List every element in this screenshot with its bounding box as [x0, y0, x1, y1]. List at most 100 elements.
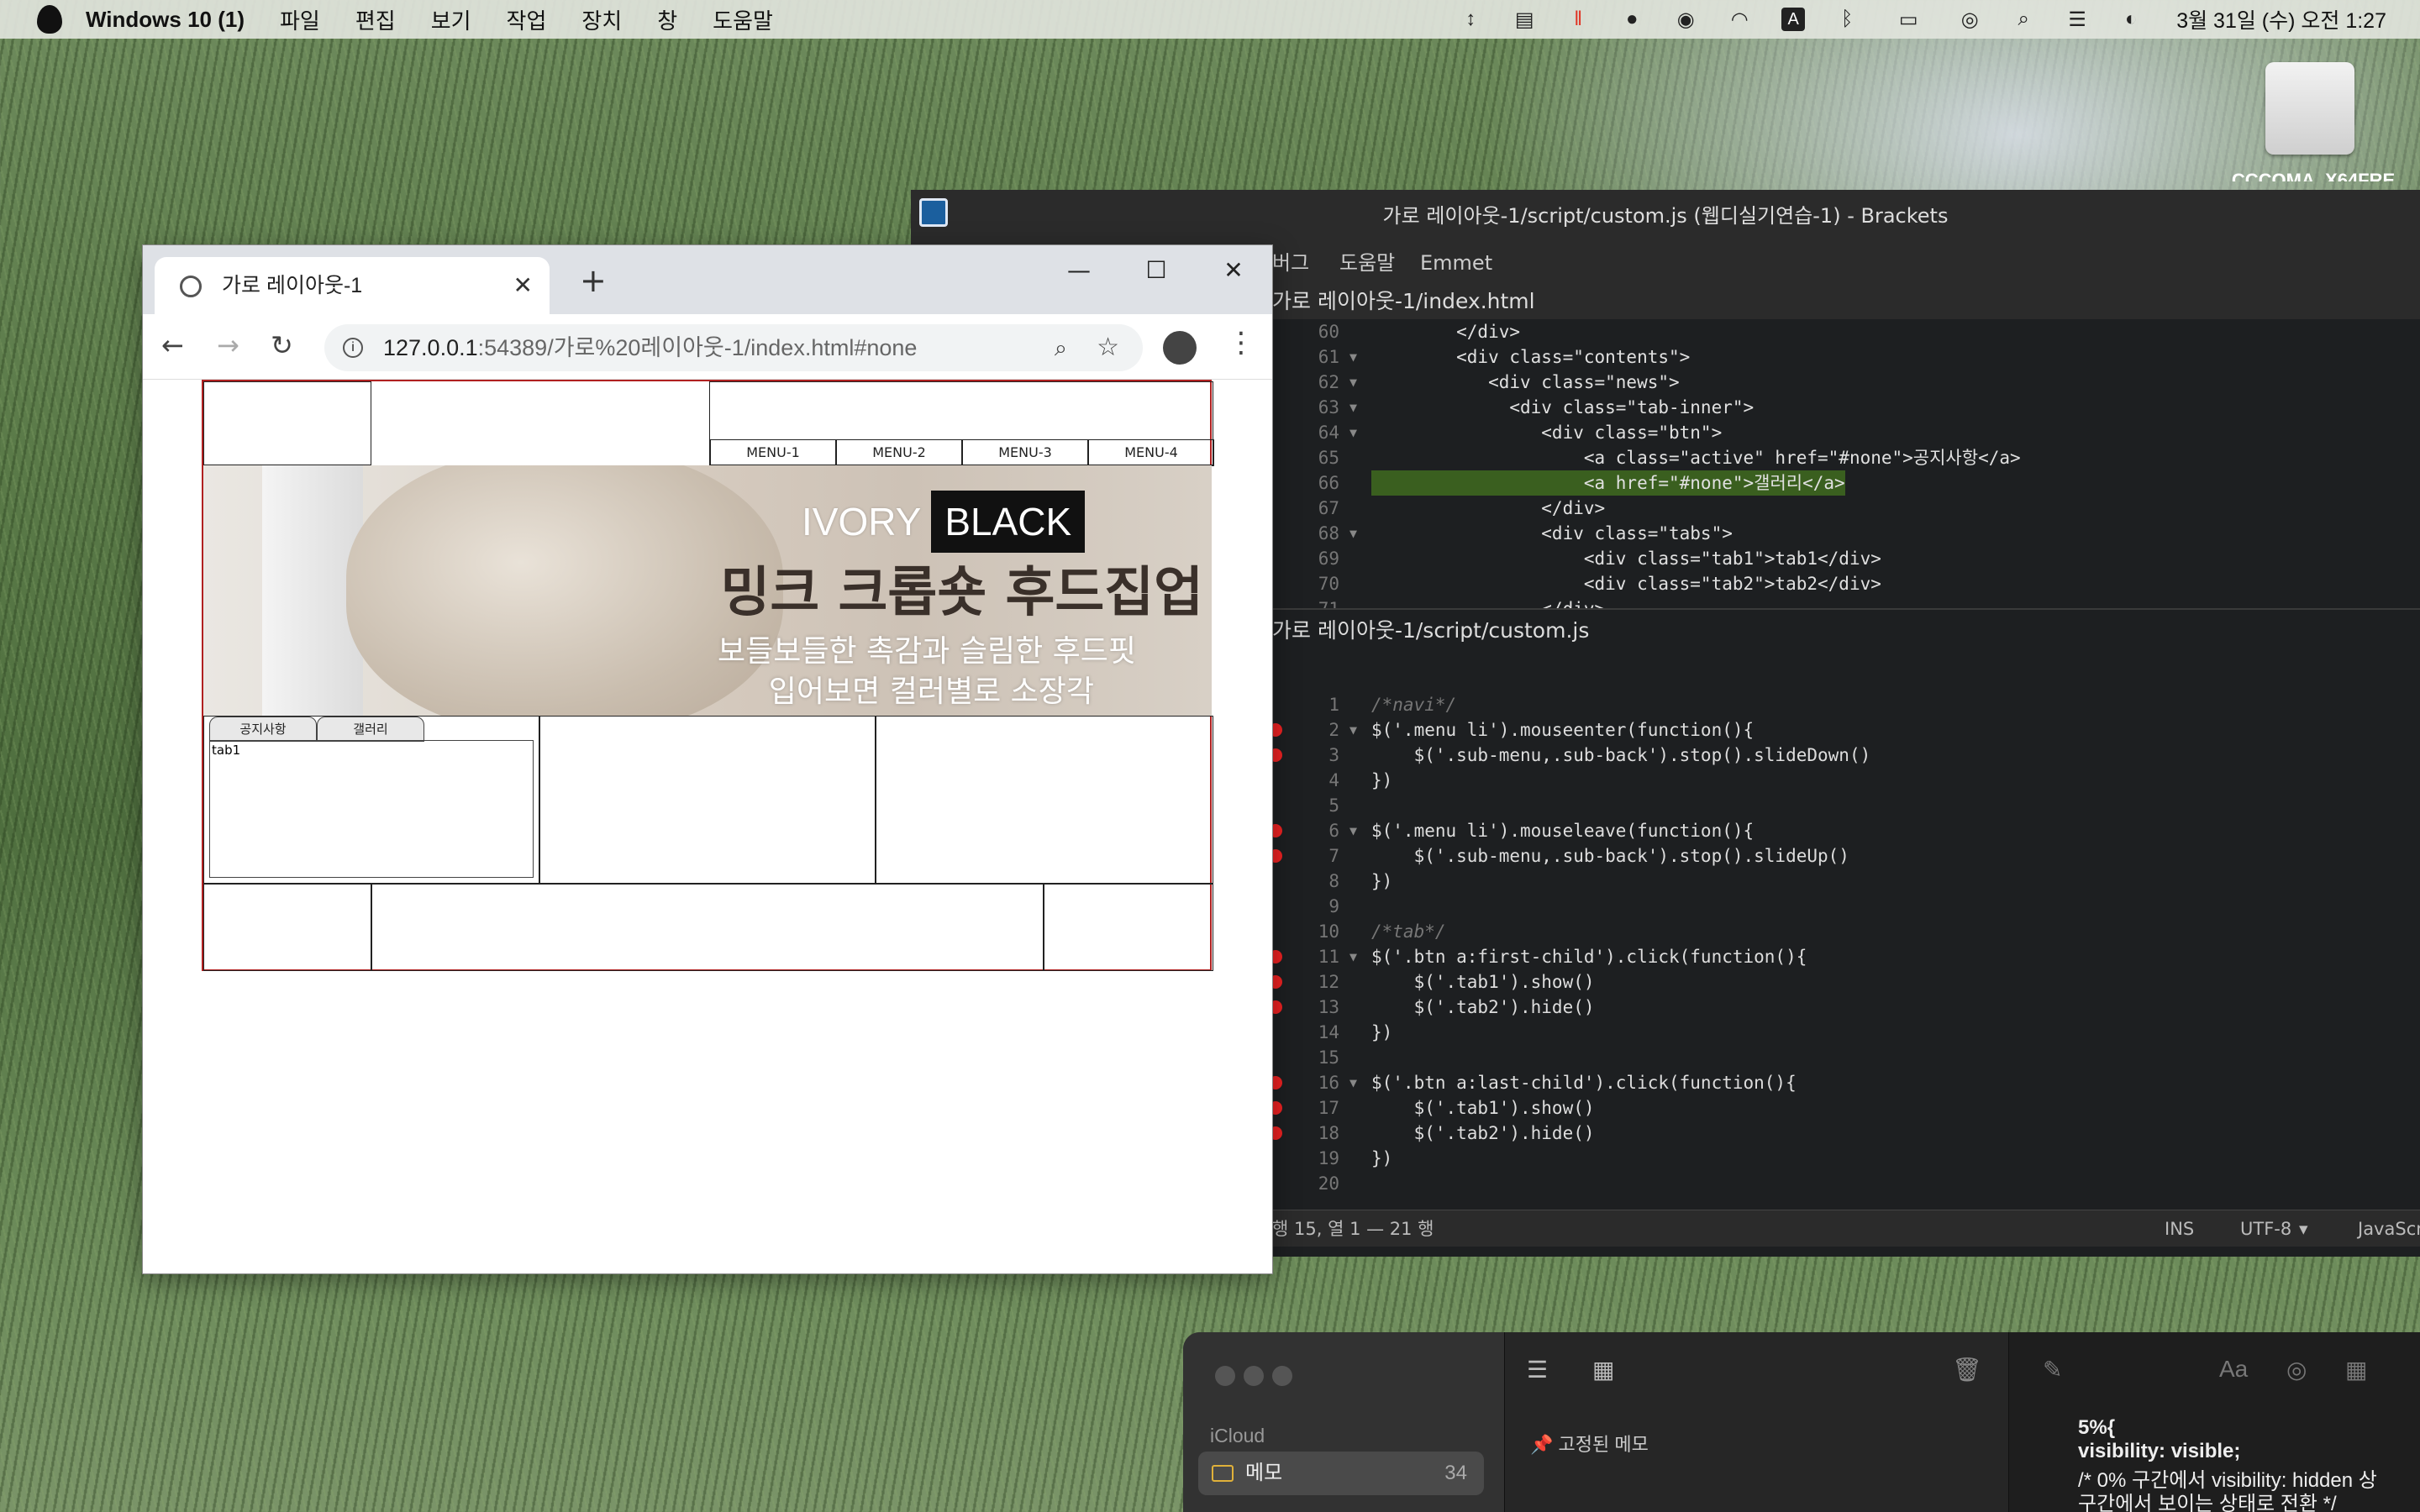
- chevron-down-icon[interactable]: ▾: [2299, 1210, 2308, 1247]
- tab-notice[interactable]: 공지사항: [209, 717, 317, 742]
- grid-view-icon[interactable]: ▦: [1592, 1356, 1614, 1383]
- menu-4[interactable]: MENU-4: [1088, 439, 1214, 466]
- menubar-item-file[interactable]: 파일: [280, 4, 320, 35]
- brackets-menu-emmet[interactable]: Emmet: [1420, 242, 1492, 284]
- bluetooth-icon[interactable]: ᛒ: [1835, 8, 1859, 31]
- zoom-light-icon[interactable]: [1272, 1366, 1292, 1386]
- reload-icon[interactable]: ↻: [271, 329, 293, 361]
- banner-title: 밍크 크롭숏 후드집업: [720, 562, 1203, 624]
- line-number: 67: [1318, 498, 1339, 518]
- wifi-icon[interactable]: ◠: [1728, 8, 1751, 31]
- line-number: 8: [1328, 871, 1339, 891]
- checklist-icon[interactable]: ◎: [2286, 1356, 2307, 1383]
- menu-3[interactable]: MENU-3: [962, 439, 1088, 466]
- menu-2[interactable]: MENU-2: [836, 439, 962, 466]
- folder-label: 메모: [1245, 1462, 1283, 1484]
- minimize-light-icon[interactable]: [1244, 1366, 1264, 1386]
- bookmark-star-icon[interactable]: ☆: [1097, 324, 1119, 371]
- list-view-icon[interactable]: ☰: [1527, 1356, 1548, 1383]
- fold-arrow-icon[interactable]: ▼: [1349, 521, 1357, 546]
- menubar-item-action[interactable]: 작업: [507, 4, 547, 35]
- chat-icon[interactable]: ●: [1620, 8, 1644, 31]
- fold-arrow-icon[interactable]: ▼: [1349, 1070, 1357, 1095]
- disk-label: CCCOMA_X64FRE: [2231, 170, 2396, 181]
- code-text: $('.tab1').show(): [1371, 972, 1595, 992]
- new-tab-icon[interactable]: +: [580, 262, 607, 299]
- menubar-item-view[interactable]: 보기: [431, 4, 471, 35]
- menubar-item-window[interactable]: 창: [657, 4, 677, 35]
- fold-arrow-icon[interactable]: ▼: [1349, 420, 1357, 445]
- layout-wrapper: MENU-1 MENU-2 MENU-3 MENU-4 IVORY BLACK …: [202, 380, 1214, 971]
- line-number: 18: [1318, 1123, 1339, 1143]
- zoom-icon[interactable]: ⌕: [1055, 324, 1067, 371]
- close-light-icon[interactable]: [1215, 1366, 1235, 1386]
- user-icon[interactable]: ◎: [1958, 8, 1981, 31]
- brackets-menu-help[interactable]: 도움말: [1339, 242, 1395, 284]
- siri-icon[interactable]: ◐: [2119, 8, 2143, 31]
- browser-tab[interactable]: 가로 레이아웃-1 ✕: [155, 257, 550, 314]
- brackets-menu-debug[interactable]: 버그: [1272, 242, 1309, 284]
- address-bar[interactable]: i 127.0.0.1:54389/가로%20레이아웃-1/index.html…: [324, 324, 1143, 371]
- resize-arrows-icon[interactable]: ↕: [1459, 8, 1482, 31]
- language-select[interactable]: JavaScr: [2358, 1210, 2420, 1247]
- fold-arrow-icon[interactable]: ▼: [1349, 344, 1357, 370]
- fold-arrow-icon[interactable]: ▼: [1349, 818, 1357, 843]
- search-icon[interactable]: ⌕: [2012, 8, 2035, 31]
- line-number: 65: [1318, 448, 1339, 468]
- folder-count: 34: [1444, 1462, 1467, 1484]
- line-number: 5: [1328, 795, 1339, 816]
- control-center-icon[interactable]: ☰: [2065, 8, 2089, 31]
- encoding-select[interactable]: UTF-8: [2240, 1210, 2291, 1247]
- format-icon[interactable]: Aa: [2219, 1356, 2248, 1383]
- more-menu-icon[interactable]: ⋮: [1227, 326, 1255, 360]
- code-text: <a href="#none">갤러리</a>: [1371, 470, 1845, 496]
- trash-icon[interactable]: 🗑: [1952, 1356, 1982, 1383]
- menubar-item-device[interactable]: 장치: [581, 4, 622, 35]
- url-text[interactable]: 127.0.0.1:54389/가로%20레이아웃-1/index.html#n…: [383, 324, 917, 371]
- notes-editor[interactable]: ✎ Aa ◎ ▦ 5%{ visibility: visible; /* 0% …: [2008, 1332, 2420, 1512]
- close-window-icon[interactable]: ✕: [1195, 245, 1272, 296]
- code-text: <a class="active" href="#none">공지사항</a>: [1371, 448, 2021, 468]
- minimize-icon[interactable]: —: [1040, 245, 1118, 296]
- battery-monitor-icon[interactable]: ▤: [1512, 8, 1536, 31]
- notes-folder[interactable]: 메모 34: [1198, 1452, 1484, 1495]
- menubar-item-edit[interactable]: 편집: [355, 4, 396, 35]
- menu-1[interactable]: MENU-1: [710, 439, 836, 466]
- battery-icon[interactable]: ▭: [1889, 8, 1928, 31]
- window-controls: — ☐ ✕: [1040, 245, 1272, 296]
- table-icon[interactable]: ▦: [2345, 1356, 2367, 1383]
- back-icon[interactable]: ←: [161, 329, 184, 361]
- line-number: 62: [1318, 372, 1339, 392]
- fold-arrow-icon[interactable]: ▼: [1349, 944, 1357, 969]
- page-viewport: MENU-1 MENU-2 MENU-3 MENU-4 IVORY BLACK …: [143, 380, 1272, 1273]
- fold-arrow-icon[interactable]: ▼: [1349, 717, 1357, 743]
- input-source-icon[interactable]: A: [1781, 8, 1806, 31]
- disk-drive-icon[interactable]: CCCOMA_X64FRE: [2232, 59, 2395, 181]
- code-text: </div>: [1371, 596, 1605, 608]
- menubar-clock[interactable]: 3월 31일 (수) 오전 1:27: [2176, 4, 2386, 34]
- line-number: 10: [1318, 921, 1339, 942]
- line-number: 15: [1318, 1047, 1339, 1068]
- menubar-app-name[interactable]: Windows 10 (1): [86, 7, 245, 33]
- fold-arrow-icon[interactable]: ▼: [1349, 370, 1357, 395]
- code-text: <div class="btn">: [1371, 423, 1723, 443]
- tab-gallery[interactable]: 갤러리: [317, 717, 424, 742]
- pane-filename: 가로 레이아웃-1/script/custom.js: [1272, 618, 1590, 643]
- close-tab-icon[interactable]: ✕: [513, 257, 533, 314]
- code-text: </div>: [1371, 322, 1521, 342]
- maximize-icon[interactable]: ☐: [1118, 245, 1195, 296]
- record-icon[interactable]: ◉: [1674, 8, 1697, 31]
- fold-arrow-icon[interactable]: ▼: [1349, 395, 1357, 420]
- insert-mode[interactable]: INS: [2165, 1210, 2194, 1247]
- compose-icon[interactable]: ✎: [2043, 1356, 2062, 1383]
- forward-icon[interactable]: →: [217, 329, 239, 361]
- line-number: 6: [1328, 821, 1339, 841]
- note-line: visibility: visible;: [2078, 1440, 2241, 1462]
- info-icon[interactable]: i: [343, 338, 363, 358]
- profile-avatar-icon[interactable]: [1163, 331, 1197, 365]
- content-box-3: [876, 716, 1213, 884]
- menubar-item-help[interactable]: 도움말: [713, 4, 773, 35]
- code-text: $('.btn a:first-child').click(function()…: [1371, 947, 1807, 967]
- apple-icon[interactable]: [37, 5, 62, 34]
- parallels-icon[interactable]: ‖: [1566, 8, 1590, 31]
